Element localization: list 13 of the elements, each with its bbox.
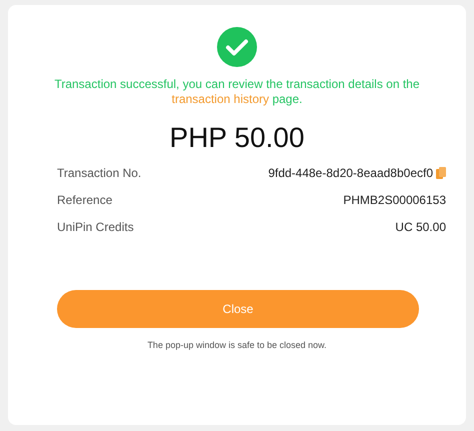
detail-label: UniPin Credits [57,220,134,234]
detail-value: UC 50.00 [395,220,446,234]
check-circle-icon [217,27,257,67]
detail-label: Transaction No. [57,166,142,180]
copy-icon[interactable] [436,166,446,178]
transaction-history-link[interactable]: transaction history [172,92,269,106]
close-note: The pop-up window is safe to be closed now. [147,340,327,350]
detail-value: 9fdd-448e-8d20-8eaad8b0ecf0 [268,166,433,180]
amount-text: PHP 50.00 [170,121,304,155]
detail-label: Reference [57,192,112,206]
detail-value: PHMB2S00006153 [343,192,446,206]
close-button[interactable]: Close [57,290,419,328]
success-message: Transaction successful, you can review the transaction details on the transaction history page. [53,77,421,107]
